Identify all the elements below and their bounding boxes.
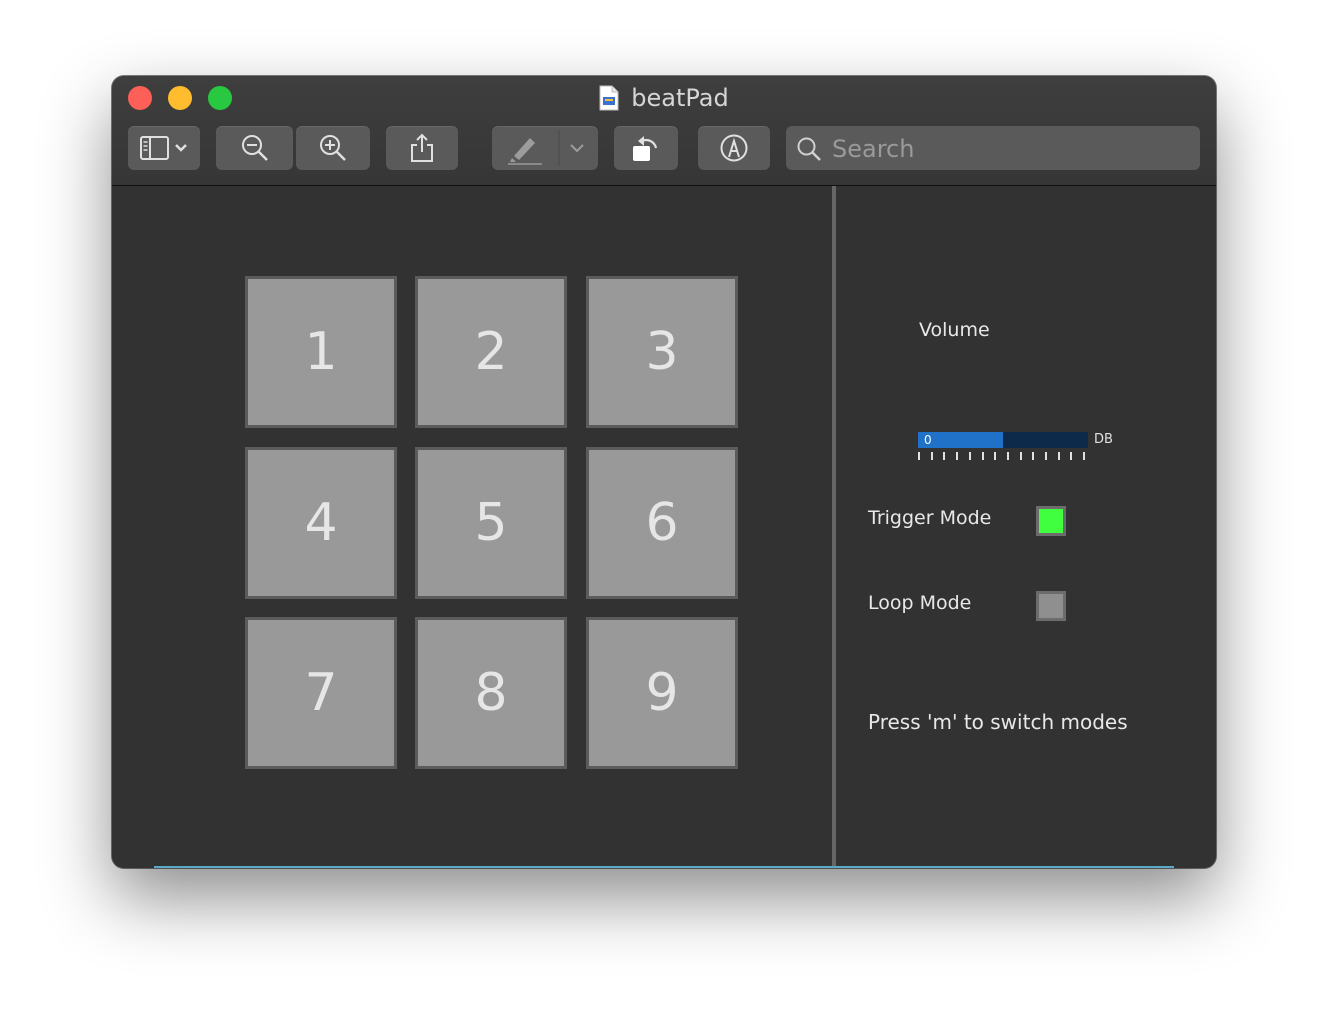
volume-tick [1019,452,1022,460]
pad-6[interactable]: 6 [586,447,738,599]
pad-8[interactable]: 8 [415,617,567,769]
pad-7[interactable]: 7 [245,617,397,769]
volume-tick [1032,452,1035,460]
search-input[interactable] [830,132,1194,166]
search-icon [797,137,821,161]
markup-pen-icon [720,134,748,162]
trigger-mode-indicator [1036,506,1066,536]
volume-tick [943,452,946,460]
zoom-out-button[interactable] [216,126,293,170]
volume-tick [1045,452,1047,460]
pad-5[interactable]: 5 [415,447,567,599]
window-title-text: beatPad [631,84,729,112]
volume-meter-value: 0 [924,433,932,447]
volume-tick [981,452,984,460]
share-icon [411,133,433,162]
volume-label: Volume [919,319,990,341]
zoom-in-icon [320,135,346,161]
pad-4[interactable]: 4 [245,447,397,599]
window-title: beatPad [112,82,1216,114]
mode-switch-hint: Press 'm' to switch modes [868,710,1128,734]
volume-tick [1083,452,1086,460]
pad-2[interactable]: 2 [415,276,567,428]
markup-highlight-button[interactable] [492,126,598,170]
share-button[interactable] [386,126,458,170]
volume-scale-ticks [918,452,1088,462]
beatpad-content: 1 2 3 4 5 6 7 8 9 Volume 0 DB Trigger Mo… [112,186,1216,868]
volume-tick [918,452,920,460]
volume-tick [994,452,997,460]
rotate-button[interactable] [614,126,678,170]
volume-tick [1070,452,1073,460]
volume-tick [956,452,959,460]
volume-meter[interactable]: 0 [918,432,1088,448]
pad-9[interactable]: 9 [586,617,738,769]
markup-toolbar-button[interactable] [698,126,770,170]
volume-unit-label: DB [1094,432,1113,447]
zoom-in-button[interactable] [296,126,370,170]
focus-underline [154,866,1174,868]
panel-divider [832,186,836,868]
pad-1[interactable]: 1 [245,276,397,428]
loop-mode-indicator [1036,591,1066,621]
sidebar-toggle-button[interactable] [128,126,200,170]
zoom-out-icon [241,135,268,161]
search-field[interactable] [786,126,1200,170]
pad-3[interactable]: 3 [586,276,738,428]
sidebar-icon [140,136,187,160]
app-window: beatPad Search 1 2 3 4 5 6 7 8 9 Volume … [112,76,1216,868]
loop-mode-label: Loop Mode [868,592,972,614]
volume-tick [1006,452,1009,460]
volume-tick [1057,452,1060,460]
title-bar: beatPad [112,76,1216,186]
volume-tick [930,452,933,460]
highlighter-icon [508,130,584,166]
volume-tick [968,452,971,460]
trigger-mode-label: Trigger Mode [868,507,992,529]
rotate-icon [633,136,658,161]
document-icon [599,85,619,111]
